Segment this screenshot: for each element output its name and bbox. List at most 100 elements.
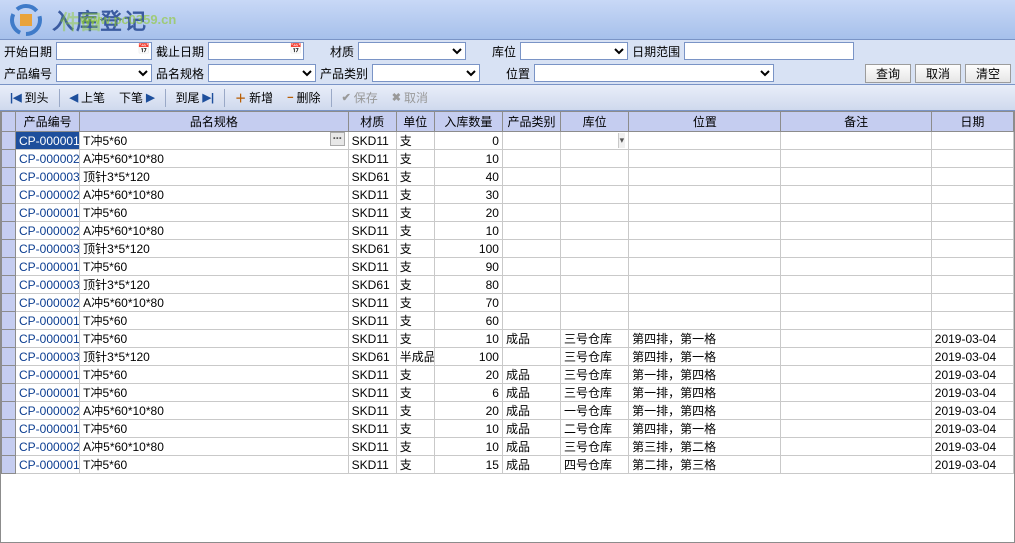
cell-position[interactable] [629,150,781,168]
row-indicator[interactable] [2,384,16,402]
row-indicator[interactable] [2,366,16,384]
cell-position[interactable] [629,294,781,312]
table-row[interactable]: CP-000002A冲5*60*10*80SKD11支70 [2,294,1014,312]
cell-note[interactable] [781,240,931,258]
cell-qty[interactable]: 80 [434,276,502,294]
cell-position[interactable] [629,186,781,204]
cell-product-code[interactable]: CP-000002 [16,438,80,456]
cell-qty[interactable]: 15 [434,456,502,474]
cell-product-code[interactable]: CP-000002 [16,186,80,204]
cell-material[interactable]: SKD11 [348,420,396,438]
cell-note[interactable] [781,276,931,294]
cell-category[interactable] [502,312,560,330]
cell-product-code[interactable]: CP-000001 [16,420,80,438]
product-code-select[interactable] [56,64,152,82]
cell-material[interactable]: SKD61 [348,240,396,258]
cell-unit[interactable]: 支 [396,258,434,276]
col-code[interactable]: 产品编号 [16,112,80,132]
cell-product-code[interactable]: CP-000001 [16,456,80,474]
table-row[interactable]: CP-000001T冲5*60SKD11支20成品三号仓库第一排，第四格2019… [2,366,1014,384]
cell-spec[interactable]: T冲5*60··· [80,132,349,150]
cell-warehouse[interactable] [561,168,629,186]
cell-position[interactable] [629,240,781,258]
cell-spec[interactable]: A冲5*60*10*80 [80,186,349,204]
table-row[interactable]: CP-000001T冲5*60SKD11支90 [2,258,1014,276]
cell-spec[interactable]: T冲5*60 [80,384,349,402]
row-indicator[interactable] [2,456,16,474]
cell-material[interactable]: SKD11 [348,258,396,276]
lookup-button[interactable]: ··· [330,132,345,146]
cell-product-code[interactable]: CP-000001 [16,330,80,348]
cell-category[interactable] [502,168,560,186]
cell-material[interactable]: SKD11 [348,150,396,168]
col-qty[interactable]: 入库数量 [434,112,502,132]
col-category[interactable]: 产品类别 [502,112,560,132]
cell-unit[interactable]: 支 [396,276,434,294]
cell-date[interactable] [931,168,1013,186]
cell-category[interactable] [502,132,560,150]
cell-qty[interactable]: 20 [434,204,502,222]
spec-select[interactable] [208,64,316,82]
cell-warehouse[interactable]: 四号仓库 [561,456,629,474]
cell-category[interactable] [502,258,560,276]
cell-warehouse[interactable] [561,294,629,312]
table-row[interactable]: CP-000002A冲5*60*10*80SKD11支10成品三号仓库第三排，第… [2,438,1014,456]
col-note[interactable]: 备注 [781,112,931,132]
cell-spec[interactable]: 顶针3*5*120 [80,240,349,258]
cell-category[interactable]: 成品 [502,366,560,384]
cell-category[interactable] [502,276,560,294]
cell-position[interactable] [629,276,781,294]
cell-position[interactable]: 第一排，第四格 [629,402,781,420]
cell-category[interactable]: 成品 [502,456,560,474]
table-row[interactable]: CP-000001T冲5*60SKD11支20 [2,204,1014,222]
cell-qty[interactable]: 0 [434,132,502,150]
cell-note[interactable] [781,204,931,222]
date-range-input[interactable] [684,42,854,60]
cell-spec[interactable]: 顶针3*5*120 [80,168,349,186]
cell-unit[interactable]: 支 [396,150,434,168]
cell-spec[interactable]: A冲5*60*10*80 [80,150,349,168]
cancel-button[interactable]: 取消 [915,64,961,83]
cell-material[interactable]: SKD61 [348,276,396,294]
cell-unit[interactable]: 半成品 [396,348,434,366]
cell-date[interactable] [931,240,1013,258]
row-indicator[interactable] [2,294,16,312]
cell-warehouse[interactable]: 三号仓库 [561,384,629,402]
cell-date[interactable] [931,132,1013,150]
cell-note[interactable] [781,420,931,438]
row-indicator[interactable] [2,438,16,456]
save-button[interactable]: 保存 [336,87,384,109]
col-material[interactable]: 材质 [348,112,396,132]
cell-material[interactable]: SKD11 [348,222,396,240]
table-row[interactable]: CP-000002A冲5*60*10*80SKD11支10 [2,150,1014,168]
row-indicator[interactable] [2,312,16,330]
cell-qty[interactable]: 6 [434,384,502,402]
cell-spec[interactable]: 顶针3*5*120 [80,348,349,366]
cell-note[interactable] [781,168,931,186]
cell-unit[interactable]: 支 [396,240,434,258]
cell-category[interactable]: 成品 [502,402,560,420]
row-indicator[interactable] [2,276,16,294]
table-row[interactable]: CP-000001T冲5*60···SKD11支0▾ [2,132,1014,150]
cell-note[interactable] [781,312,931,330]
table-row[interactable]: CP-000001T冲5*60SKD11支15成品四号仓库第二排，第三格2019… [2,456,1014,474]
cell-category[interactable] [502,150,560,168]
cell-spec[interactable]: A冲5*60*10*80 [80,222,349,240]
cell-warehouse[interactable] [561,276,629,294]
cell-material[interactable]: SKD61 [348,168,396,186]
cell-product-code[interactable]: CP-000001 [16,312,80,330]
query-button[interactable]: 查询 [865,64,911,83]
warehouse-select[interactable] [520,42,628,60]
cell-product-code[interactable]: CP-000003 [16,348,80,366]
cell-warehouse[interactable]: 三号仓库 [561,366,629,384]
row-indicator[interactable] [2,150,16,168]
cell-position[interactable]: 第四排，第一格 [629,348,781,366]
cell-qty[interactable]: 10 [434,438,502,456]
cell-date[interactable]: 2019-03-04 [931,420,1013,438]
cell-product-code[interactable]: CP-000003 [16,240,80,258]
table-row[interactable]: CP-000002A冲5*60*10*80SKD11支10 [2,222,1014,240]
cell-product-code[interactable]: CP-000003 [16,276,80,294]
cell-warehouse[interactable]: 一号仓库 [561,402,629,420]
cell-spec[interactable]: T冲5*60 [80,456,349,474]
undo-button[interactable]: 取消 [386,87,434,109]
